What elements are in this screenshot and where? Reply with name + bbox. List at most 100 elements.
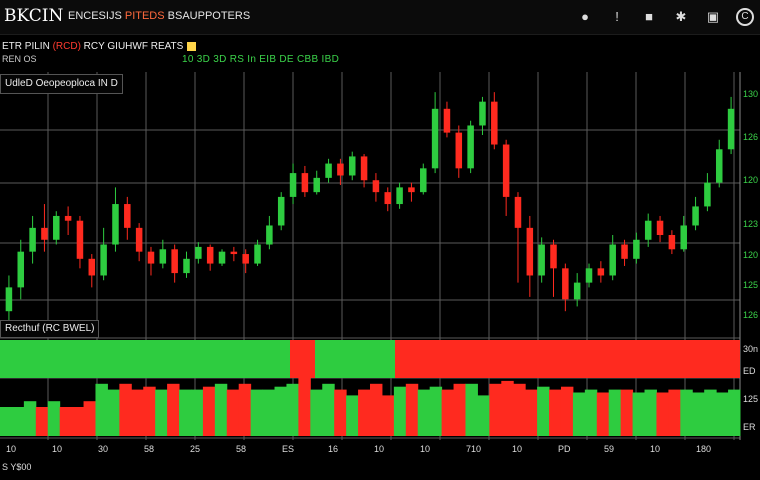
volume-bar bbox=[167, 383, 180, 436]
candle-body bbox=[597, 268, 605, 276]
volume-bar bbox=[441, 389, 455, 436]
volume-bar bbox=[549, 389, 562, 436]
volume-bar bbox=[405, 383, 419, 436]
volume-bar bbox=[584, 389, 598, 436]
time-tick-label: 16 bbox=[328, 444, 338, 454]
volume-bar bbox=[238, 383, 252, 436]
candle-body bbox=[124, 204, 131, 228]
candle-body bbox=[112, 204, 119, 245]
volume-tick-label: 30n bbox=[743, 344, 758, 354]
volume-bar bbox=[202, 386, 216, 436]
time-tick-label: 59 bbox=[604, 444, 614, 454]
candle-body bbox=[230, 251, 238, 255]
volume-bar bbox=[274, 386, 287, 436]
candle-body bbox=[76, 220, 84, 259]
volume-bar bbox=[95, 383, 108, 436]
volume-bar bbox=[692, 392, 705, 436]
volume-bar bbox=[83, 401, 96, 436]
volume-bar bbox=[680, 389, 693, 436]
time-tick-label: 10 bbox=[374, 444, 384, 454]
candle-body bbox=[206, 246, 214, 264]
volume-band bbox=[395, 340, 740, 378]
volume-bar bbox=[572, 392, 586, 436]
candle-body bbox=[384, 192, 392, 205]
volume-bar bbox=[537, 386, 550, 436]
volume-bar bbox=[513, 383, 526, 436]
volume-bar bbox=[346, 395, 359, 436]
chart-title: UdleD Oeopeoploca IN D bbox=[0, 74, 123, 94]
volume-bar bbox=[525, 389, 538, 436]
candle-body bbox=[502, 144, 510, 197]
time-tick-label: 58 bbox=[144, 444, 154, 454]
time-tick-label: 10 bbox=[6, 444, 16, 454]
candle-body bbox=[408, 187, 415, 193]
volume-bar bbox=[0, 407, 13, 436]
volume-bar bbox=[477, 395, 490, 436]
candle-body bbox=[147, 251, 155, 264]
volume-bar bbox=[23, 401, 37, 436]
candle-body bbox=[266, 225, 273, 245]
volume-bar bbox=[310, 389, 323, 436]
candle-body bbox=[668, 235, 676, 250]
candle-body bbox=[254, 244, 261, 264]
volume-bar bbox=[214, 383, 228, 436]
time-tick-label: 58 bbox=[236, 444, 246, 454]
candle-body bbox=[585, 268, 593, 283]
volume-bar bbox=[155, 389, 168, 436]
candle-body bbox=[348, 156, 356, 176]
candle-body bbox=[692, 206, 699, 226]
time-tick-label: 10 bbox=[420, 444, 430, 454]
candle-body bbox=[443, 108, 451, 133]
candle-body bbox=[633, 239, 640, 259]
candle-body bbox=[17, 251, 25, 288]
volume-bar bbox=[11, 407, 25, 436]
footer-status: S Y$00 bbox=[2, 462, 32, 472]
volume-bar bbox=[107, 389, 120, 436]
candle-body bbox=[5, 287, 13, 312]
volume-bar bbox=[119, 383, 132, 436]
candle-body bbox=[100, 244, 107, 276]
price-tick-label: 125 bbox=[743, 280, 758, 290]
volume-bar bbox=[71, 407, 85, 436]
candle-body bbox=[88, 258, 96, 276]
price-tick-label: 120 bbox=[743, 175, 758, 185]
volume-bar bbox=[417, 389, 431, 436]
candle-body bbox=[396, 187, 403, 205]
candle-body bbox=[491, 101, 498, 145]
candlestick-chart[interactable]: 130 126 120 123 120 125 126 30n ED 125 ER 10 10 30 58 2… bbox=[0, 0, 760, 480]
candle-body bbox=[218, 251, 226, 264]
price-tick-label: 120 bbox=[743, 250, 758, 260]
volume-bar bbox=[370, 383, 383, 436]
candle-body bbox=[467, 125, 474, 169]
candle-body bbox=[609, 244, 616, 276]
candle-body bbox=[195, 246, 202, 259]
candle-body bbox=[479, 101, 486, 126]
volume-bar bbox=[716, 392, 729, 436]
candle-body bbox=[538, 244, 545, 276]
volume-bar bbox=[608, 389, 622, 436]
volume-bar bbox=[262, 389, 276, 436]
volume-bar bbox=[644, 389, 657, 436]
candle-body bbox=[135, 227, 143, 252]
volume-bar bbox=[286, 383, 299, 436]
volume-bar bbox=[668, 389, 681, 436]
volume-bar bbox=[393, 386, 407, 436]
volume-bar bbox=[429, 386, 443, 436]
time-tick-label: PD bbox=[558, 444, 571, 454]
price-tick-label: 123 bbox=[743, 219, 758, 229]
candle-body bbox=[715, 149, 723, 183]
time-tick-label: 180 bbox=[696, 444, 711, 454]
candle-body bbox=[420, 168, 427, 193]
volume-bar bbox=[596, 392, 610, 436]
volume-bar bbox=[334, 389, 347, 436]
volume-bar bbox=[47, 401, 61, 436]
volume-bar bbox=[35, 407, 49, 436]
volume-bar bbox=[322, 383, 335, 436]
candle-body bbox=[289, 173, 297, 197]
candle-body bbox=[550, 244, 557, 269]
volume-tick-label: ER bbox=[743, 422, 756, 432]
time-tick-label: 710 bbox=[466, 444, 481, 454]
volume-bar bbox=[728, 389, 741, 436]
candle-body bbox=[431, 108, 439, 169]
volume-bar bbox=[381, 395, 395, 436]
